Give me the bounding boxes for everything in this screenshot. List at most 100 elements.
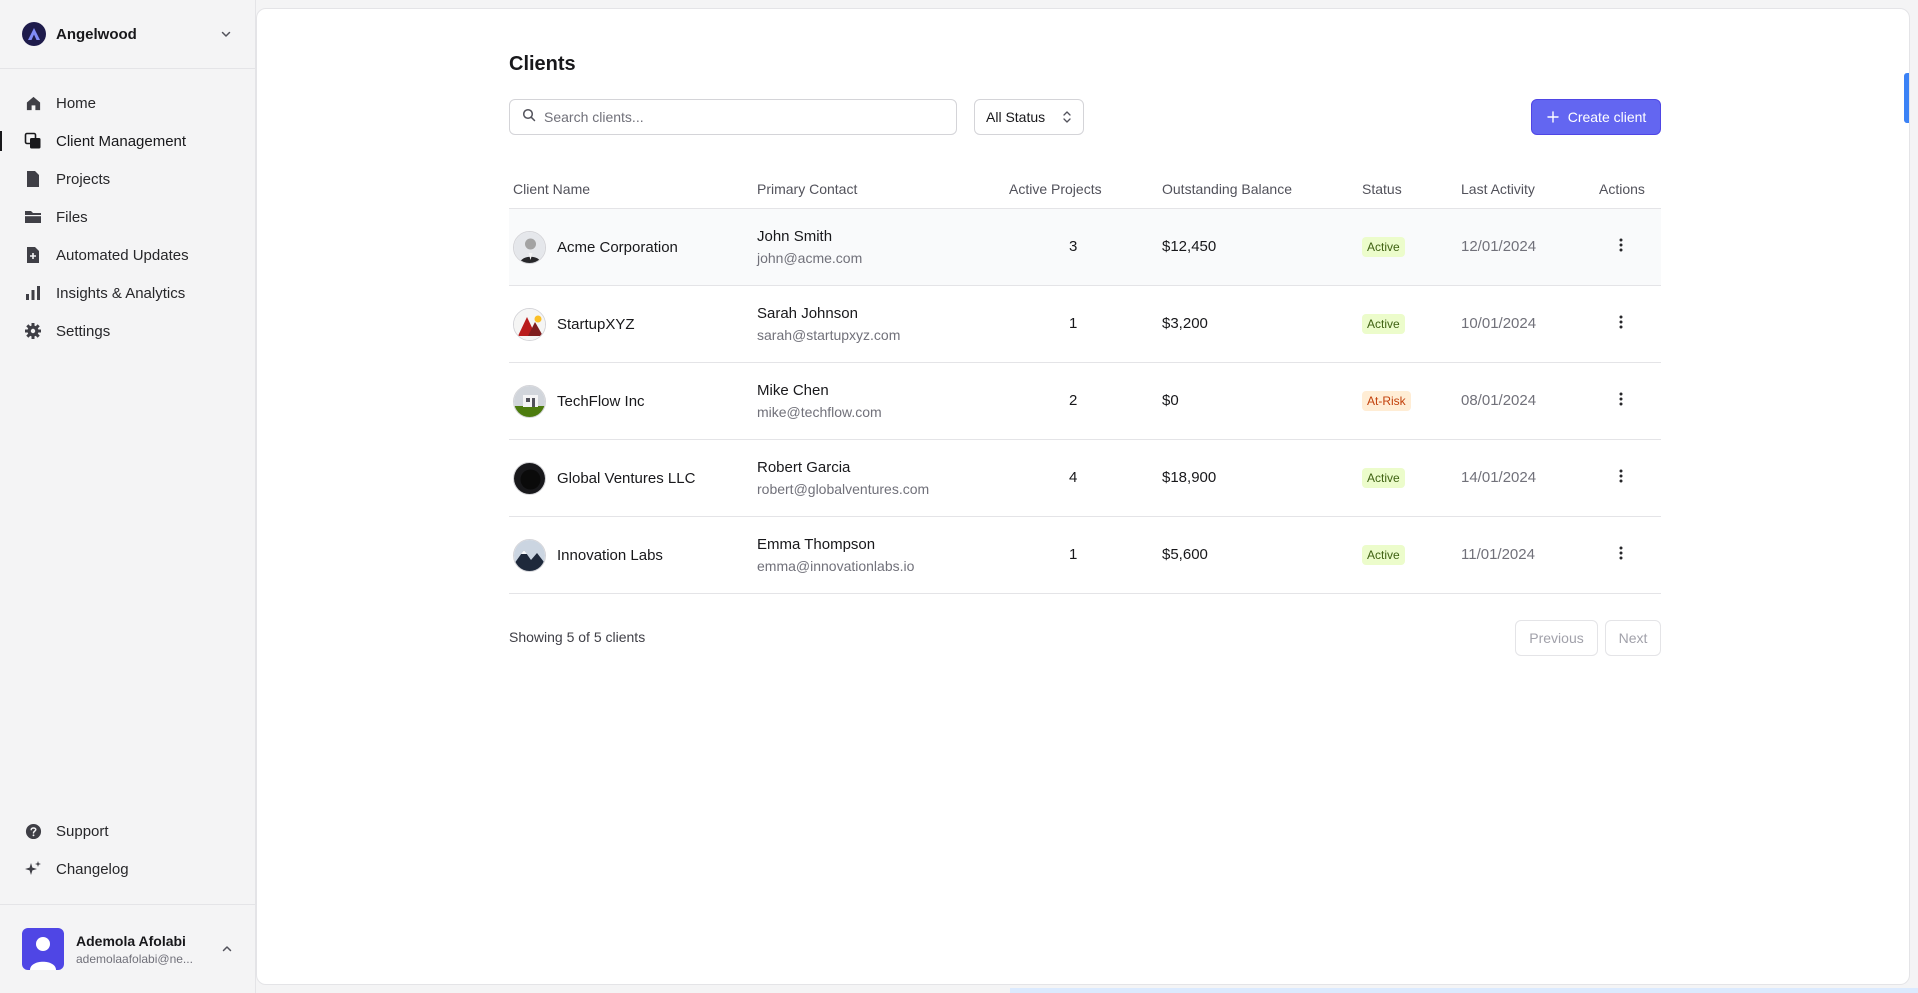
sidebar-item-label: Support <box>56 822 109 840</box>
sidebar-item-label: Projects <box>56 170 111 188</box>
sidebar-item-insights-analytics[interactable]: Insights & Analytics <box>0 274 256 312</box>
client-name: Innovation Labs <box>557 546 663 564</box>
table-row[interactable]: Acme Corporation John Smith john@acme.co… <box>509 209 1661 286</box>
status-filter-select[interactable]: All Status <box>974 99 1084 135</box>
contact-email: mike@techflow.com <box>757 404 882 420</box>
contact-email: john@acme.com <box>757 250 863 266</box>
status-cell: Active <box>1362 237 1405 257</box>
active-projects: 2 <box>1069 392 1078 409</box>
next-page-button[interactable]: Next <box>1605 620 1661 656</box>
status-badge: Active <box>1362 468 1405 488</box>
home-icon <box>24 94 42 112</box>
last-activity: 08/01/2024 <box>1461 392 1537 409</box>
active-projects: 1 <box>1069 315 1078 332</box>
contact-name: Robert Garcia <box>757 459 851 476</box>
header-outstanding-balance: Outstanding Balance <box>1162 181 1292 197</box>
toolbar: All Status Create client <box>509 99 1661 135</box>
header-active-projects: Active Projects <box>1009 181 1102 197</box>
client-cell: StartupXYZ <box>513 307 635 341</box>
table-header: Client Name Primary Contact Active Proje… <box>509 171 1661 209</box>
user-name: Ademola Afolabi <box>76 932 186 949</box>
outstanding-balance: $3,200 <box>1162 315 1208 332</box>
sidebar-item-label: Changelog <box>56 860 129 878</box>
create-client-label: Create client <box>1567 109 1647 125</box>
user-email: ademolaafolabi@ne... <box>76 951 193 966</box>
contact-email: robert@globalventures.com <box>757 481 930 497</box>
previous-page-button[interactable]: Previous <box>1515 620 1598 656</box>
sidebar-item-home[interactable]: Home <box>0 84 256 122</box>
outstanding-balance: $18,900 <box>1162 469 1217 486</box>
contact-cell: Sarah Johnson sarah@startupxyz.com <box>757 305 900 343</box>
stack-icon <box>24 132 42 150</box>
header-primary-contact: Primary Contact <box>757 181 858 197</box>
row-actions-button[interactable] <box>1609 389 1633 413</box>
header-actions: Actions <box>1599 181 1645 197</box>
row-actions-button[interactable] <box>1609 543 1633 567</box>
client-avatar <box>513 307 546 341</box>
status-cell: Active <box>1362 314 1405 334</box>
client-cell: Global Ventures LLC <box>513 461 695 495</box>
client-avatar <box>513 538 546 572</box>
contact-email: sarah@startupxyz.com <box>757 327 901 343</box>
page-title: Clients <box>509 53 576 75</box>
client-avatar <box>513 461 546 495</box>
row-actions-button[interactable] <box>1609 235 1633 259</box>
status-badge: Active <box>1362 237 1405 257</box>
contact-cell: John Smith john@acme.com <box>757 228 862 266</box>
sidebar-nav: Home Client Management Projects Files Au… <box>0 84 256 350</box>
status-badge: Active <box>1362 545 1405 565</box>
last-activity: 12/01/2024 <box>1461 238 1537 255</box>
app-window: Angelwood Home Client Management Project… <box>0 0 1918 993</box>
chevron-down-icon <box>218 26 234 42</box>
chevron-up-icon <box>220 942 234 956</box>
help-circle-icon <box>24 822 42 840</box>
contact-cell: Mike Chen mike@techflow.com <box>757 382 882 420</box>
status-badge: At-Risk <box>1362 391 1411 411</box>
sidebar-item-client-management[interactable]: Client Management <box>0 122 256 160</box>
sidebar-item-label: Settings <box>56 322 111 340</box>
sidebar-item-label: Insights & Analytics <box>56 284 186 302</box>
search-box[interactable] <box>509 99 957 135</box>
row-actions-button[interactable] <box>1609 466 1633 490</box>
table-row[interactable]: TechFlow Inc Mike Chen mike@techflow.com… <box>509 363 1661 440</box>
table-row[interactable]: StartupXYZ Sarah Johnson sarah@startupxy… <box>509 286 1661 363</box>
active-projects: 3 <box>1069 238 1078 255</box>
outstanding-balance: $5,600 <box>1162 546 1208 563</box>
contact-email: emma@innovationlabs.io <box>757 558 915 574</box>
table-row[interactable]: Innovation Labs Emma Thompson emma@innov… <box>509 517 1661 594</box>
folder-icon <box>24 208 42 226</box>
more-vertical-icon <box>1619 392 1623 411</box>
sidebar-item-files[interactable]: Files <box>0 198 256 236</box>
table-row[interactable]: Global Ventures LLC Robert Garcia robert… <box>509 440 1661 517</box>
search-input[interactable] <box>544 109 944 125</box>
contact-cell: Robert Garcia robert@globalventures.com <box>757 459 929 497</box>
sidebar-item-changelog[interactable]: Changelog <box>0 850 256 888</box>
sidebar-item-automated-updates[interactable]: Automated Updates <box>0 236 256 274</box>
sidebar-item-settings[interactable]: Settings <box>0 312 256 350</box>
client-avatar <box>513 230 546 264</box>
outstanding-balance: $0 <box>1162 392 1179 409</box>
sidebar-item-support[interactable]: Support <box>0 812 256 850</box>
sidebar-item-label: Client Management <box>56 132 187 150</box>
header-last-activity: Last Activity <box>1461 181 1535 197</box>
last-activity: 10/01/2024 <box>1461 315 1537 332</box>
status-badge: Active <box>1362 314 1405 334</box>
clients-content: Clients All Status <box>509 53 1661 656</box>
more-vertical-icon <box>1619 238 1623 257</box>
workspace-switcher[interactable]: Angelwood <box>22 22 234 46</box>
document-icon <box>24 170 42 188</box>
create-client-button[interactable]: Create client <box>1531 99 1661 135</box>
row-actions-button[interactable] <box>1609 312 1633 336</box>
user-menu[interactable]: Ademola Afolabi ademolaafolabi@ne... <box>22 928 234 970</box>
contact-name: Sarah Johnson <box>757 305 858 322</box>
client-cell: Innovation Labs <box>513 538 663 572</box>
pagination-summary: Showing 5 of 5 clients <box>509 629 646 645</box>
chevron-updown-icon <box>1061 110 1073 124</box>
status-cell: Active <box>1362 468 1405 488</box>
workspace-name: Angelwood <box>56 25 137 43</box>
sidebar-divider <box>0 904 256 905</box>
scrollbar-thumb[interactable] <box>1904 73 1909 123</box>
main-panel: Clients All Status <box>256 8 1910 985</box>
sidebar-item-projects[interactable]: Projects <box>0 160 256 198</box>
header-status: Status <box>1362 181 1402 197</box>
